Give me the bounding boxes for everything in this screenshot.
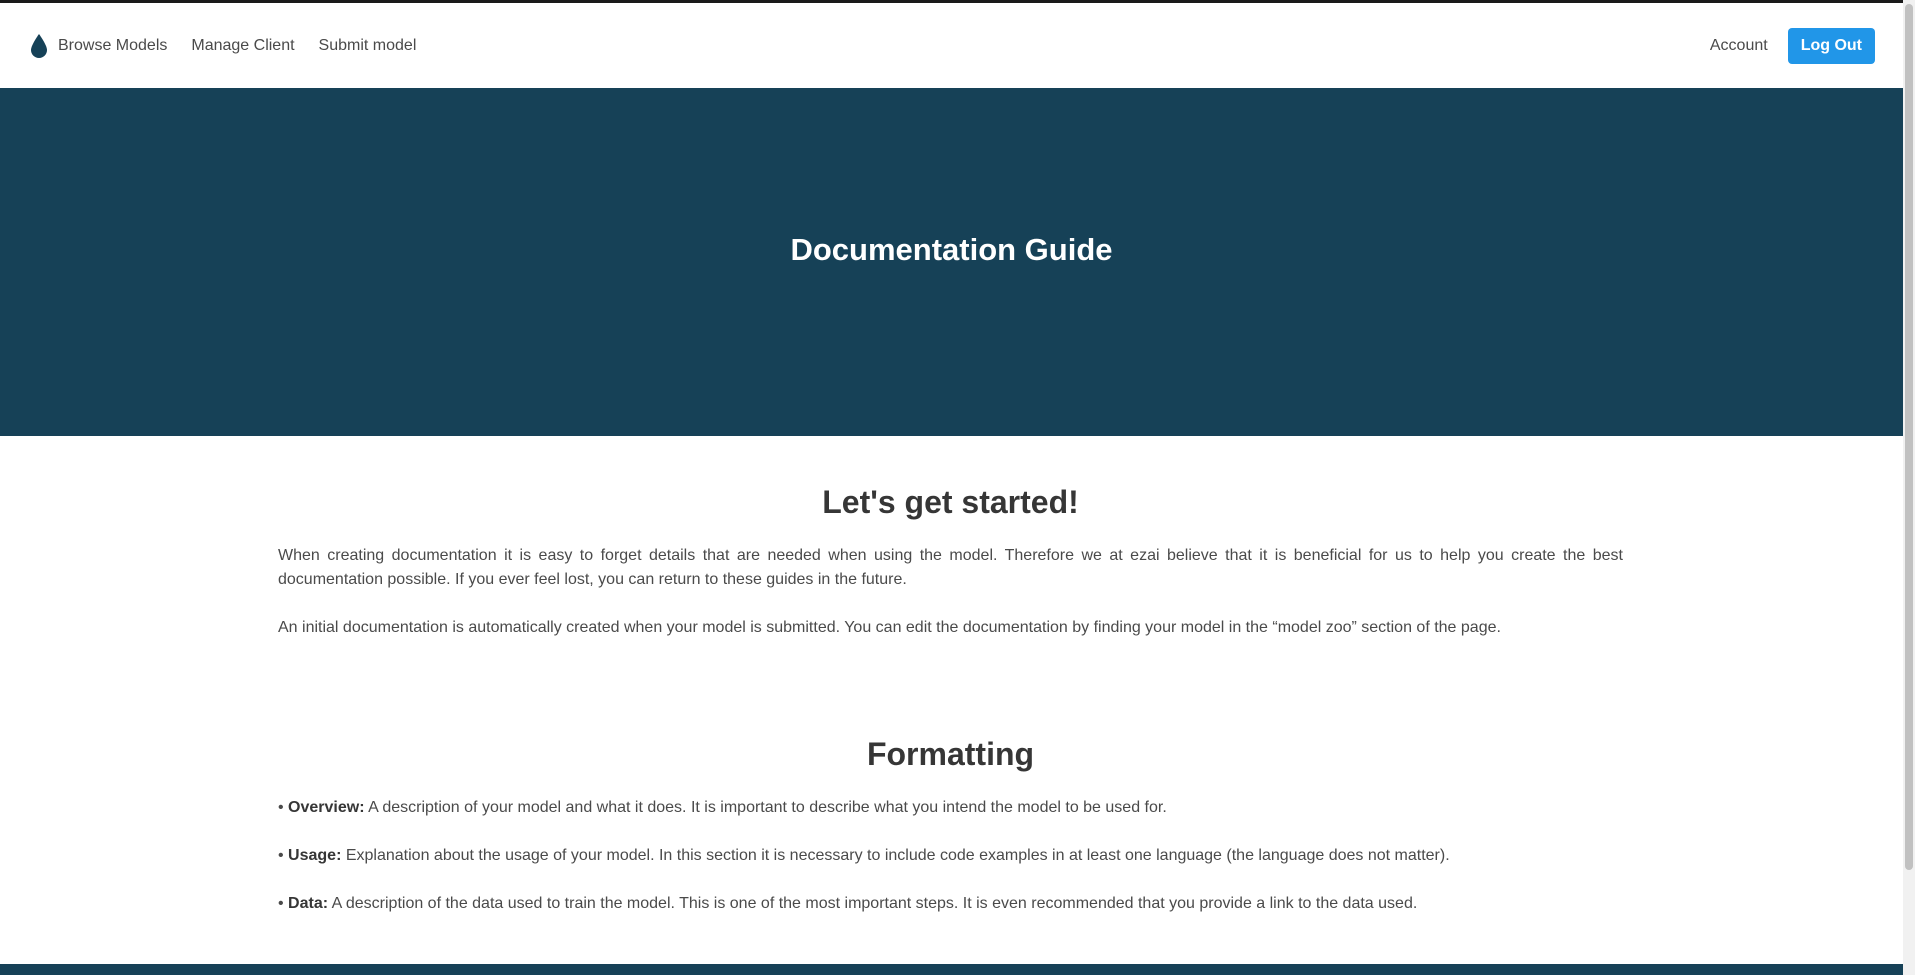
intro-paragraph-1: When creating documentation it is easy t… bbox=[278, 547, 1623, 588]
formatting-heading: Formatting bbox=[866, 736, 1035, 772]
hero-banner: Documentation Guide bbox=[0, 88, 1903, 436]
formatting-term: Data: bbox=[288, 895, 329, 912]
formatting-term: Overview: bbox=[288, 799, 365, 816]
nav-right-group: Account Log Out bbox=[1710, 27, 1875, 64]
nav-left-group: Browse Models Manage Client Submit model bbox=[28, 30, 440, 62]
page-footer bbox=[0, 964, 1903, 975]
nav-browse-models[interactable]: Browse Models bbox=[58, 37, 167, 55]
water-drop-icon[interactable] bbox=[28, 30, 50, 62]
nav-submit-model[interactable]: Submit model bbox=[319, 37, 417, 55]
intro-heading: Let's get started! bbox=[822, 484, 1079, 520]
formatting-item-data: • Data: A description of the data used t… bbox=[278, 895, 1418, 912]
formatting-desc: A description of the data used to train … bbox=[328, 895, 1418, 912]
nav-manage-client[interactable]: Manage Client bbox=[191, 37, 294, 55]
logout-button[interactable]: Log Out bbox=[1787, 27, 1875, 64]
formatting-term: Usage: bbox=[288, 847, 342, 864]
formatting-desc: A description of your model and what it … bbox=[364, 799, 1167, 816]
scrollbar-thumb[interactable] bbox=[1905, 4, 1913, 870]
vertical-scrollbar[interactable] bbox=[1903, 0, 1915, 975]
top-navbar: Browse Models Manage Client Submit model… bbox=[0, 3, 1903, 88]
formatting-item-usage: • Usage: Explanation about the usage of … bbox=[278, 847, 1450, 864]
nav-account[interactable]: Account bbox=[1710, 37, 1768, 55]
hero-title: Documentation Guide bbox=[790, 232, 1113, 267]
formatting-item-overview: • Overview: A description of your model … bbox=[278, 799, 1167, 816]
formatting-desc: Explanation about the usage of your mode… bbox=[341, 847, 1450, 864]
intro-paragraph-2: An initial documentation is automaticall… bbox=[278, 619, 1501, 636]
